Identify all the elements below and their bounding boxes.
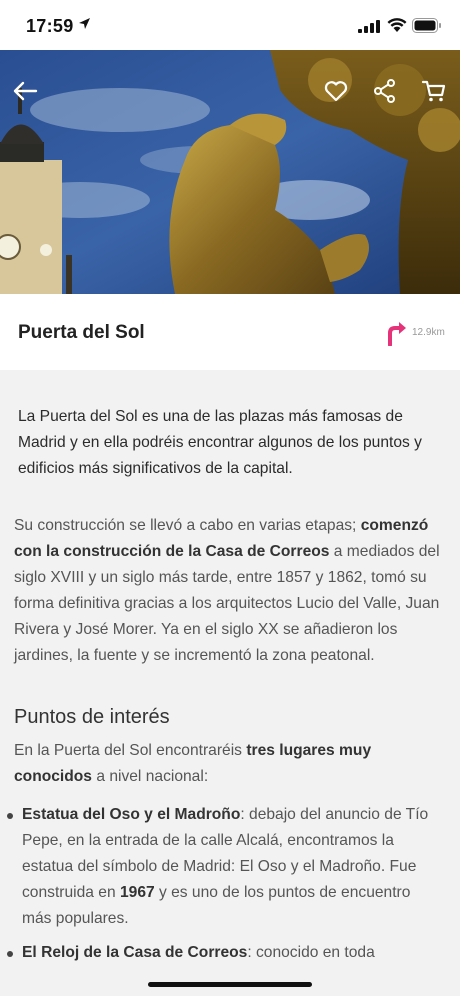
history-paragraph: Su construcción se llevó a cabo en varia… bbox=[14, 513, 446, 669]
poi-title: El Reloj de la Casa de Correos bbox=[22, 944, 248, 961]
poi-text-bold: 1967 bbox=[119, 884, 155, 901]
bullet bbox=[7, 813, 13, 819]
directions-icon[interactable] bbox=[386, 320, 408, 346]
history-text-rest: a mediados del siglo XVIII y un siglo má… bbox=[14, 543, 440, 664]
poi-text: : conocido en toda bbox=[247, 944, 375, 961]
points-of-interest-list: Estatua del Oso y el Madroño: debajo del… bbox=[0, 802, 460, 966]
list-item: El Reloj de la Casa de Correos: conocido… bbox=[0, 940, 432, 966]
back-arrow-icon[interactable] bbox=[12, 78, 38, 104]
cart-icon[interactable] bbox=[421, 78, 447, 104]
location-arrow-icon bbox=[79, 18, 90, 29]
section-intro-text: En la Puerta del Sol encontraréis bbox=[14, 742, 247, 759]
bullet bbox=[7, 951, 13, 957]
section-intro-text-end: a nivel nacional: bbox=[91, 768, 209, 785]
home-indicator bbox=[148, 982, 312, 987]
page-title: Puerta del Sol bbox=[18, 322, 145, 343]
heart-icon[interactable] bbox=[323, 78, 349, 104]
description: La Puerta del Sol es una de las plazas m… bbox=[14, 404, 446, 669]
section-heading: Puntos de interés bbox=[14, 706, 170, 728]
poi-title: Estatua del Oso y el Madroño bbox=[22, 806, 241, 823]
status-time: 17:59 bbox=[26, 16, 74, 36]
section-intro: En la Puerta del Sol encontraréis tres l… bbox=[14, 738, 446, 790]
list-item: Estatua del Oso y el Madroño: debajo del… bbox=[0, 802, 432, 932]
signal-icon bbox=[358, 20, 380, 33]
battery-icon bbox=[412, 18, 441, 33]
distance-label: 12.9km bbox=[412, 327, 445, 338]
history-text: Su construcción se llevó a cabo en varia… bbox=[14, 517, 361, 534]
share-icon[interactable] bbox=[372, 78, 398, 104]
wifi-icon bbox=[387, 18, 407, 32]
status-bar: 17:59 bbox=[0, 0, 460, 50]
intro-paragraph: La Puerta del Sol es una de las plazas m… bbox=[18, 408, 422, 477]
